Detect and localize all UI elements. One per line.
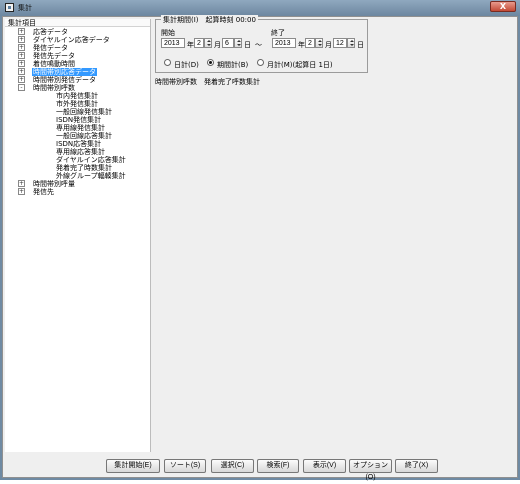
options-button[interactable]: オプション(O)	[349, 459, 392, 481]
period-group-title: 集計期間(I) 起算時刻 00:00	[161, 15, 258, 25]
selected-report-label: 時間帯別呼数 発着完了呼数集計	[155, 78, 260, 86]
period-total-label[interactable]: 期間計(B)	[217, 60, 248, 70]
start-month-label: 月	[214, 41, 221, 49]
app-icon	[5, 3, 14, 12]
main-content-area: 集計項目 + 応答データ + ダイヤルイン応答データ + 発信データ + 発信先データ …	[2, 15, 518, 481]
expand-icon[interactable]: +	[18, 188, 25, 195]
window-title: 集計	[18, 4, 32, 12]
daily-radio[interactable]	[164, 59, 171, 66]
exit-button[interactable]: 終了(X)	[395, 459, 438, 473]
expand-icon[interactable]: +	[18, 60, 25, 67]
end-year-input[interactable]	[272, 38, 296, 48]
start-day-label: 日	[244, 41, 251, 49]
expand-icon[interactable]: +	[18, 76, 25, 83]
display-button[interactable]: 表示(V)	[303, 459, 346, 473]
start-month-input[interactable]	[194, 38, 204, 48]
start-day-input[interactable]	[222, 38, 234, 48]
settings-area: 集計期間(I) 起算時刻 00:00 開始 終了 年 月 日 ～ 年 月	[153, 15, 517, 452]
title-bar: 集計 X	[0, 0, 520, 16]
expand-icon[interactable]: +	[18, 36, 25, 43]
application-window: 集計 X 集計項目 + 応答データ + ダイヤルイン応答データ + 発信データ + 発信…	[0, 0, 520, 481]
end-month-input[interactable]	[305, 38, 315, 48]
sort-button[interactable]: ソート(S)	[164, 459, 206, 473]
start-month-spin[interactable]	[204, 38, 212, 48]
range-separator: ～	[255, 41, 262, 49]
collapse-icon[interactable]: -	[18, 84, 25, 91]
tree-header: 集計項目	[5, 19, 150, 27]
end-month-spin[interactable]	[315, 38, 323, 48]
end-day-input[interactable]	[333, 38, 347, 48]
end-year-label: 年	[298, 41, 305, 49]
select-button[interactable]: 選択(C)	[211, 459, 254, 473]
period-group: 集計期間(I) 起算時刻 00:00 開始 終了 年 月 日 ～ 年 月	[155, 15, 368, 73]
end-day-label: 日	[357, 41, 364, 49]
aggregation-tree-panel[interactable]: 集計項目 + 応答データ + ダイヤルイン応答データ + 発信データ + 発信先データ …	[5, 19, 151, 452]
expand-icon[interactable]: +	[18, 68, 25, 75]
monthly-radio[interactable]	[257, 59, 264, 66]
expand-icon[interactable]: +	[18, 52, 25, 59]
close-button[interactable]: X	[490, 1, 516, 12]
start-label: 開始	[161, 29, 175, 37]
action-bar: 集計開始(E) ソート(S) 選択(C) 検索(F) 表示(V) オプション(O…	[3, 455, 517, 481]
period-total-radio[interactable]	[207, 59, 214, 66]
end-day-spin[interactable]	[347, 38, 355, 48]
end-label: 終了	[271, 29, 285, 37]
expand-icon[interactable]: +	[18, 44, 25, 51]
search-button[interactable]: 検索(F)	[257, 459, 299, 473]
start-year-input[interactable]	[161, 38, 185, 48]
expand-icon[interactable]: +	[18, 180, 25, 187]
end-month-label: 月	[325, 41, 332, 49]
monthly-label[interactable]: 月計(M)(起算日 1日)	[267, 60, 333, 70]
start-day-spin[interactable]	[234, 38, 242, 48]
daily-label[interactable]: 日計(D)	[174, 60, 199, 70]
expand-icon[interactable]: +	[18, 28, 25, 35]
start-aggregation-button[interactable]: 集計開始(E)	[106, 459, 160, 473]
start-year-label: 年	[187, 41, 194, 49]
